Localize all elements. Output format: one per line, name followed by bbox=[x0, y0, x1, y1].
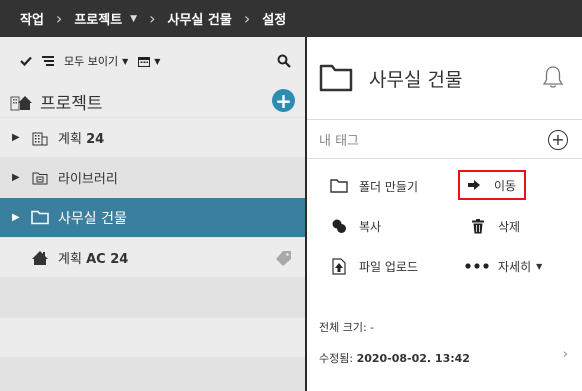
breadcrumb-item-project[interactable]: 프로젝트 ▼ bbox=[74, 9, 137, 28]
total-size: 전체 크기: - bbox=[319, 321, 375, 334]
caret-down-icon: ▼ bbox=[122, 56, 129, 66]
detail-header: 사무실 건물 bbox=[307, 37, 582, 119]
more-dots-icon bbox=[464, 257, 490, 275]
upload-file-label: 파일 업로드 bbox=[359, 259, 419, 274]
modified-value: 2020-08-02. 13:42 bbox=[356, 352, 470, 365]
my-tags-row[interactable]: 내 태그 + bbox=[307, 119, 582, 159]
calendar-dropdown[interactable]: ▼ bbox=[138, 56, 160, 67]
breadcrumb-item-settings[interactable]: 설정 bbox=[262, 9, 286, 28]
folder-icon bbox=[30, 209, 50, 227]
caret-down-icon: ▼ bbox=[154, 56, 161, 66]
bell-icon[interactable] bbox=[542, 65, 564, 93]
caret-down-icon: ▼ bbox=[536, 261, 543, 271]
more-label: 자세히 bbox=[498, 259, 532, 274]
show-all-dropdown[interactable]: 모두 보이기 ▼ bbox=[64, 53, 128, 69]
modified-label: 수정됨: bbox=[319, 352, 357, 365]
arrow-right-icon bbox=[464, 176, 484, 194]
breadcrumb-item-work[interactable]: 작업 bbox=[20, 9, 44, 28]
my-tags-placeholder: 내 태그 bbox=[319, 133, 360, 149]
more-dropdown[interactable]: 자세히 ▼ bbox=[464, 257, 542, 275]
calendar-icon bbox=[138, 56, 151, 67]
show-all-label: 모두 보이기 bbox=[64, 55, 119, 68]
breadcrumb-label[interactable]: 사무실 건물 bbox=[168, 9, 232, 28]
projects-title: 프로젝트 bbox=[40, 93, 103, 114]
expand-arrow-icon[interactable]: ▶ bbox=[12, 172, 22, 183]
delete-button[interactable]: 삭제 bbox=[468, 217, 520, 235]
trash-icon bbox=[468, 217, 488, 235]
tree-item-label: 사무실 건물 bbox=[58, 210, 127, 227]
empty-row bbox=[0, 277, 305, 317]
projects-home-icon bbox=[10, 91, 34, 111]
sort-lines-icon[interactable] bbox=[42, 56, 54, 66]
empty-row bbox=[0, 357, 305, 391]
expand-arrow-icon[interactable]: ▶ bbox=[12, 212, 22, 223]
breadcrumb-label[interactable]: 작업 bbox=[20, 9, 44, 28]
copy-button[interactable]: 복사 bbox=[329, 217, 381, 235]
tree-item-plan-24[interactable]: ▶ 계획 24 bbox=[0, 117, 305, 157]
add-project-button[interactable]: + bbox=[272, 89, 295, 112]
tag-icon[interactable] bbox=[275, 250, 293, 270]
project-sidebar: 모두 보이기 ▼ ▼ 프로젝트 + ▶ 계획 24 ▶ 라이브러리 ▶ 사무실 … bbox=[0, 37, 305, 391]
modified-date: 수정됨: 2020-08-02. 13:42 bbox=[319, 350, 470, 366]
search-icon[interactable] bbox=[277, 54, 291, 68]
copy-icon bbox=[329, 217, 349, 235]
caret-down-icon[interactable]: ▼ bbox=[130, 14, 137, 24]
sidebar-toolbar: 모두 보이기 ▼ ▼ bbox=[0, 37, 305, 85]
breadcrumb-item-office[interactable]: 사무실 건물 bbox=[168, 9, 232, 28]
expand-arrow-icon[interactable]: ▶ bbox=[12, 132, 22, 143]
tree-item-library[interactable]: ▶ 라이브러리 bbox=[0, 157, 305, 197]
move-button[interactable]: 이동 bbox=[458, 170, 527, 200]
breadcrumb-separator-icon: › bbox=[149, 9, 156, 28]
home-icon bbox=[30, 249, 50, 267]
upload-icon bbox=[329, 257, 349, 275]
projects-header: 프로젝트 + bbox=[0, 85, 305, 117]
delete-label: 삭제 bbox=[498, 219, 521, 234]
add-tag-button[interactable]: + bbox=[548, 130, 568, 150]
breadcrumb: 작업 › 프로젝트 ▼ › 사무실 건물 › 설정 bbox=[0, 0, 582, 37]
folder-outline-icon bbox=[329, 177, 349, 195]
breadcrumb-separator-icon: › bbox=[55, 9, 63, 28]
checkmark-icon[interactable] bbox=[20, 56, 32, 66]
upload-file-button[interactable]: 파일 업로드 bbox=[329, 257, 418, 275]
detail-panel: 사무실 건물 내 태그 + 폴더 만들기 이동 복사 삭제 파일 업로드 자세히… bbox=[307, 37, 582, 391]
library-icon bbox=[30, 169, 50, 187]
create-folder-label: 폴더 만들기 bbox=[359, 179, 419, 194]
tree-item-office-building[interactable]: ▶ 사무실 건물 bbox=[0, 197, 305, 237]
breadcrumb-label[interactable]: 프로젝트 bbox=[74, 9, 122, 28]
empty-row bbox=[0, 317, 305, 357]
copy-label: 복사 bbox=[359, 219, 382, 234]
create-folder-button[interactable]: 폴더 만들기 bbox=[329, 177, 418, 195]
breadcrumb-label[interactable]: 설정 bbox=[262, 9, 286, 28]
tree-item-label: 라이브러리 bbox=[58, 172, 118, 187]
building-icon bbox=[30, 129, 50, 147]
tree-item-label: 계획 AC 24 bbox=[58, 252, 129, 267]
move-label: 이동 bbox=[494, 178, 517, 193]
actions-grid: 폴더 만들기 이동 복사 삭제 파일 업로드 자세히 ▼ bbox=[307, 159, 582, 289]
breadcrumb-separator-icon: › bbox=[243, 9, 251, 28]
chevron-right-icon[interactable]: › bbox=[563, 347, 568, 362]
detail-title: 사무실 건물 bbox=[369, 68, 463, 91]
large-folder-icon bbox=[319, 64, 353, 92]
tree-item-label: 계획 24 bbox=[58, 132, 105, 147]
tree-item-plan-ac-24[interactable]: ▶ 계획 AC 24 bbox=[0, 237, 305, 277]
